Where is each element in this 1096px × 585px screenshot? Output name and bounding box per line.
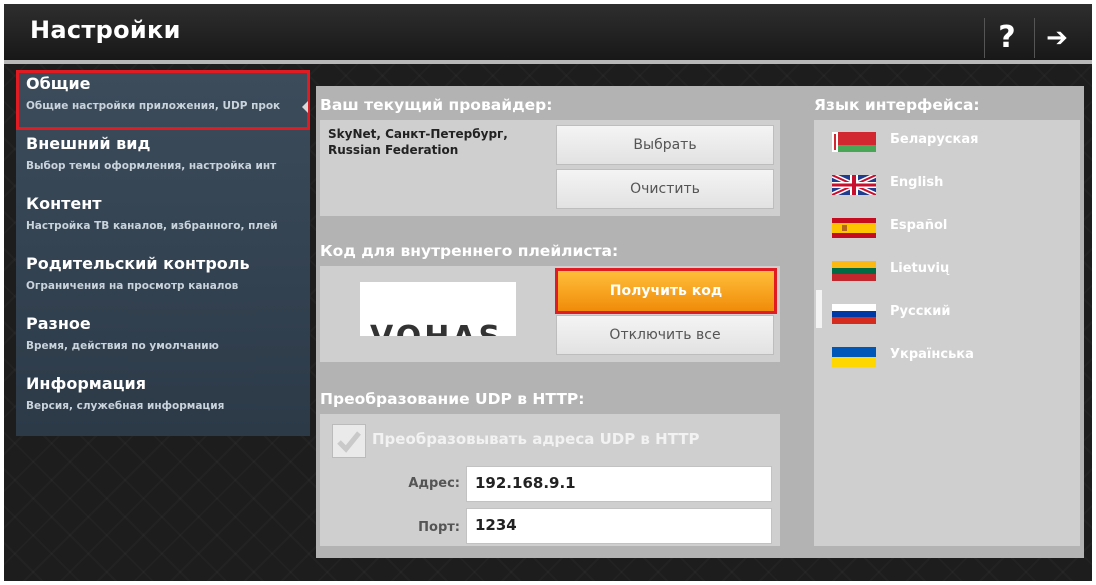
language-name: English [890, 175, 944, 190]
language-name: Lietuvių [890, 261, 950, 276]
sidebar-item-title: Внешний вид [26, 134, 151, 153]
language-item-spanish[interactable]: Español [828, 212, 1068, 244]
language-item-russian[interactable]: Русский [828, 298, 1068, 330]
sidebar-item-subtitle: Версия, служебная информация [26, 400, 225, 412]
help-icon: ? [998, 20, 1016, 55]
lithuania-flag-icon [832, 261, 876, 281]
udp-convert-label: Преобразовывать адреса UDP в HTTP [372, 430, 700, 448]
arrow-right-icon: ➔ [1046, 23, 1068, 53]
russia-flag-icon [832, 304, 876, 324]
sidebar-item-general[interactable]: Общие Общие настройки приложения, UDP пр… [16, 70, 310, 130]
clear-provider-button[interactable]: Очистить [556, 169, 774, 209]
sidebar-item-subtitle: Ограничения на просмотр каналов [26, 280, 239, 292]
address-label: Адрес: [408, 476, 460, 491]
provider-box: SkyNet, Санкт-Петербург, Russian Federat… [320, 120, 780, 216]
port-input[interactable]: 1234 [466, 508, 772, 544]
playlist-code-text: VOHAS [370, 320, 503, 336]
sidebar-item-appearance[interactable]: Внешний вид Выбор темы оформления, настр… [16, 130, 310, 190]
belarus-flag-icon [832, 132, 876, 152]
sidebar-item-title: Родительский контроль [26, 254, 250, 273]
sidebar-item-subtitle: Время, действия по умолчанию [26, 340, 219, 352]
language-item-belarusian[interactable]: Беларуская [828, 126, 1068, 158]
sidebar-item-subtitle: Выбор темы оформления, настройка инт [26, 160, 277, 172]
sidebar-item-misc[interactable]: Разное Время, действия по умолчанию [16, 310, 310, 370]
sidebar-item-subtitle: Общие настройки приложения, UDP прок [26, 100, 281, 112]
get-code-button[interactable]: Получить код [555, 268, 777, 314]
sidebar-item-content[interactable]: Контент Настройка ТВ каналов, избранного… [16, 190, 310, 250]
settings-sidebar: Общие Общие настройки приложения, UDP пр… [16, 70, 310, 436]
sidebar-item-parental-control[interactable]: Родительский контроль Ограничения на про… [16, 250, 310, 310]
language-item-ukrainian[interactable]: Українська [828, 341, 1068, 373]
exit-button[interactable]: ➔ [1034, 18, 1079, 58]
playlist-code-image: VOHAS [360, 282, 516, 336]
settings-window: Настройки ? ➔ Общие Общие настройки прил… [4, 4, 1092, 581]
spain-flag-icon [832, 218, 876, 238]
language-name: Беларуская [890, 132, 979, 147]
checkmark-icon [337, 431, 361, 453]
port-label: Порт: [418, 520, 460, 535]
playlist-section-title: Код для внутреннего плейлиста: [320, 242, 619, 260]
sidebar-item-title: Контент [26, 194, 102, 213]
disable-all-button[interactable]: Отключить все [556, 315, 774, 355]
language-item-lithuanian[interactable]: Lietuvių [828, 255, 1068, 287]
language-scrollbar[interactable] [816, 290, 822, 328]
provider-section-title: Ваш текущий провайдер: [320, 96, 553, 114]
sidebar-item-subtitle: Настройка ТВ каналов, избранного, плей [26, 220, 278, 232]
language-item-english[interactable]: English [828, 169, 1068, 201]
settings-panel: Ваш текущий провайдер: SkyNet, Санкт-Пет… [316, 86, 1084, 558]
language-section-title: Язык интерфейса: [814, 96, 980, 114]
ukraine-flag-icon [832, 347, 876, 367]
sidebar-item-info[interactable]: Информация Версия, служебная информация [16, 370, 310, 430]
uk-flag-icon [832, 175, 876, 195]
provider-name: SkyNet, Санкт-Петербург, Russian Federat… [328, 127, 508, 157]
sidebar-item-title: Общие [26, 74, 91, 93]
udp-convert-checkbox[interactable] [332, 424, 366, 458]
language-name: Українська [890, 347, 974, 362]
page-title: Настройки [30, 16, 181, 44]
sidebar-item-title: Разное [26, 314, 91, 333]
title-bar: Настройки ? ➔ [4, 4, 1092, 64]
udp-section-title: Преобразование UDP в HTTP: [320, 390, 585, 408]
help-button[interactable]: ? [984, 18, 1029, 58]
sidebar-item-title: Информация [26, 374, 146, 393]
select-provider-button[interactable]: Выбрать [556, 125, 774, 165]
language-name: Русский [890, 304, 951, 319]
playlist-box: VOHAS Получить код Отключить все [320, 266, 780, 362]
active-pointer-icon [302, 101, 308, 113]
language-list: Беларуская English Español Lietuvių Русс… [814, 120, 1080, 546]
language-name: Español [890, 218, 948, 233]
address-input[interactable]: 192.168.9.1 [466, 466, 772, 502]
udp-box: Преобразовывать адреса UDP в HTTP Адрес:… [320, 414, 780, 546]
